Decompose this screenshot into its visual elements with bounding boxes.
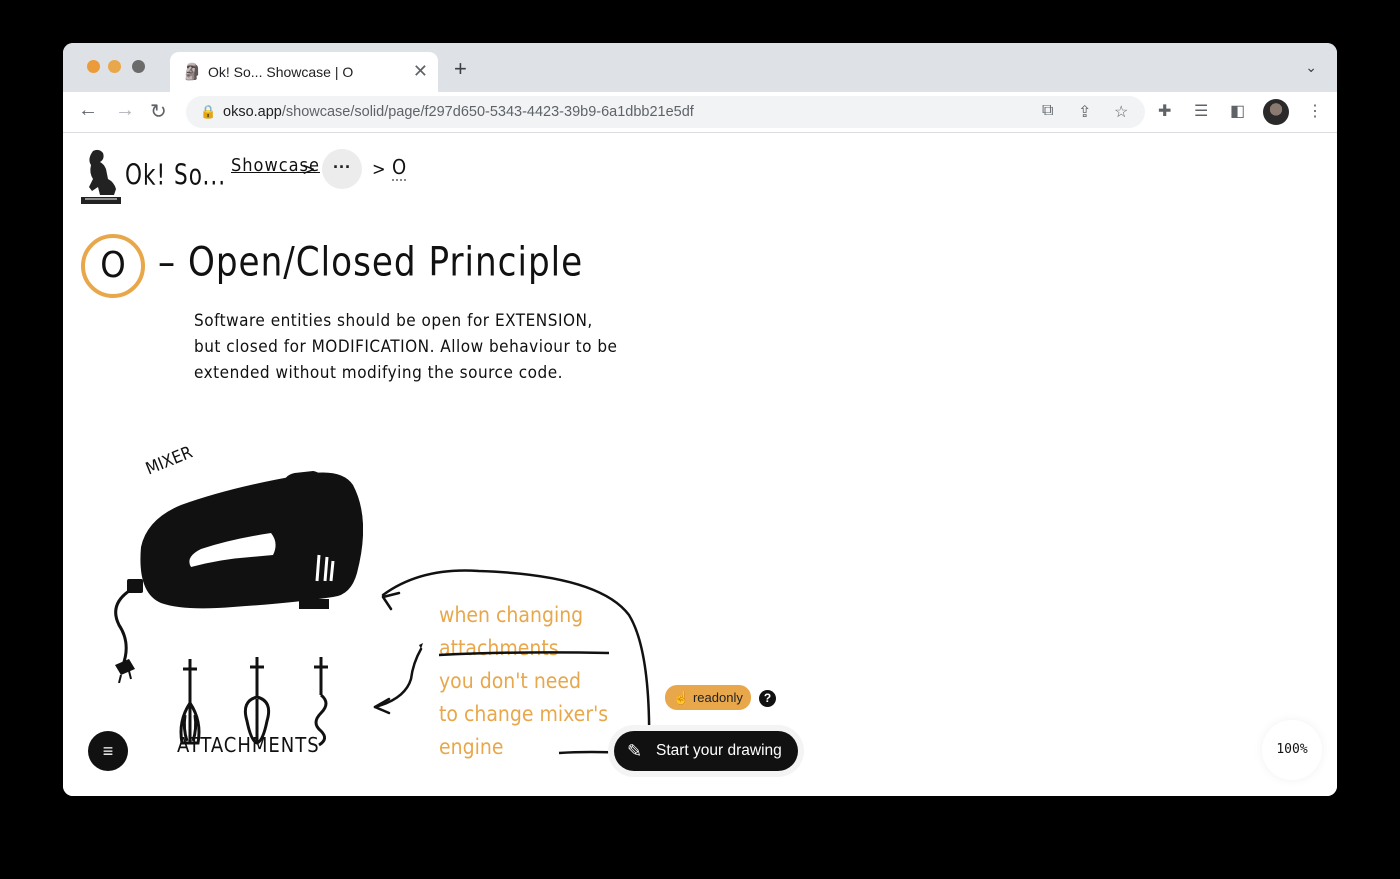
extensions-puzzle-icon[interactable]: ✚: [1158, 101, 1171, 121]
breadcrumb-separator: >: [372, 159, 386, 180]
readonly-badge[interactable]: ☝ readonly: [665, 685, 751, 710]
browser-menu-icon[interactable]: ⋮: [1307, 101, 1323, 121]
url-host: okso.app: [223, 104, 282, 120]
hand-pointer-icon: ☝: [673, 690, 690, 705]
main-menu-button[interactable]: ≡: [88, 731, 128, 771]
logo-text[interactable]: Ok! So...: [125, 158, 226, 192]
zoom-level-indicator[interactable]: 100%: [1262, 720, 1322, 780]
tab-search-chevron-icon[interactable]: ⌄: [1305, 59, 1317, 76]
share-icon[interactable]: ⇪: [1078, 102, 1091, 122]
media-controls-icon[interactable]: ☰: [1194, 101, 1208, 121]
reload-button[interactable]: ↻: [150, 99, 167, 124]
zoom-window-button[interactable]: [132, 60, 145, 73]
forward-button[interactable]: →: [115, 99, 135, 122]
side-panel-icon[interactable]: ◧: [1230, 101, 1245, 121]
close-window-button[interactable]: [87, 60, 100, 73]
browser-tab[interactable]: 🗿 Ok! So... Showcase | O ✕: [170, 52, 438, 92]
pencil-icon: ✎: [627, 741, 643, 761]
page-letter-circle: O: [81, 234, 145, 298]
breadcrumb-more-button[interactable]: ···: [322, 149, 362, 189]
description-line: Software entities should be open for EXT…: [194, 311, 593, 331]
open-in-app-icon[interactable]: ⧉: [1042, 102, 1053, 120]
page-title: – Open/Closed Principle: [158, 238, 584, 286]
address-bar[interactable]: 🔒 okso.app/showcase/solid/page/f297d650-…: [186, 96, 1145, 128]
principle-description: Software entities should be open for EXT…: [194, 308, 714, 386]
start-drawing-label: Start your drawing: [656, 742, 782, 759]
url-text[interactable]: okso.app/showcase/solid/page/f297d650-53…: [223, 104, 694, 120]
url-path: /showcase/solid/page/f297d650-5343-4423-…: [281, 104, 694, 120]
help-button[interactable]: ?: [759, 690, 776, 707]
thinker-logo-icon[interactable]: [79, 147, 123, 205]
bookmark-star-icon[interactable]: ☆: [1114, 102, 1128, 122]
profile-avatar[interactable]: [1263, 99, 1289, 125]
breadcrumb-current[interactable]: O: [392, 155, 407, 181]
minimize-window-button[interactable]: [108, 60, 121, 73]
mixer-drawing: [114, 470, 363, 683]
start-drawing-button[interactable]: ✎ Start your drawing: [614, 731, 798, 771]
lock-icon: 🔒: [200, 104, 217, 119]
readonly-label: readonly: [692, 690, 743, 705]
attachments-label: ATTACHMENTS: [177, 733, 320, 757]
page-content: Ok! So... Showcase > ··· > O O – Open/Cl…: [63, 133, 1337, 796]
breadcrumb-separator: >: [302, 159, 316, 180]
new-tab-button[interactable]: +: [454, 56, 467, 82]
description-line: extended without modifying the source co…: [194, 363, 563, 383]
tab-title: Ok! So... Showcase | O: [208, 64, 354, 80]
note-line: when changing: [439, 603, 584, 627]
browser-toolbar: ← → ↻ 🔒 okso.app/showcase/solid/page/f29…: [63, 92, 1337, 133]
close-tab-icon[interactable]: ✕: [413, 61, 428, 82]
thinker-favicon-icon: 🗿: [182, 64, 202, 81]
browser-titlebar: 🗿 Ok! So... Showcase | O ✕ + ⌄: [63, 43, 1337, 92]
back-button[interactable]: ←: [78, 99, 98, 122]
browser-window: 🗿 Ok! So... Showcase | O ✕ + ⌄ ← → ↻ 🔒 o…: [63, 43, 1337, 796]
description-line: but closed for MODIFICATION. Allow behav…: [194, 337, 618, 357]
